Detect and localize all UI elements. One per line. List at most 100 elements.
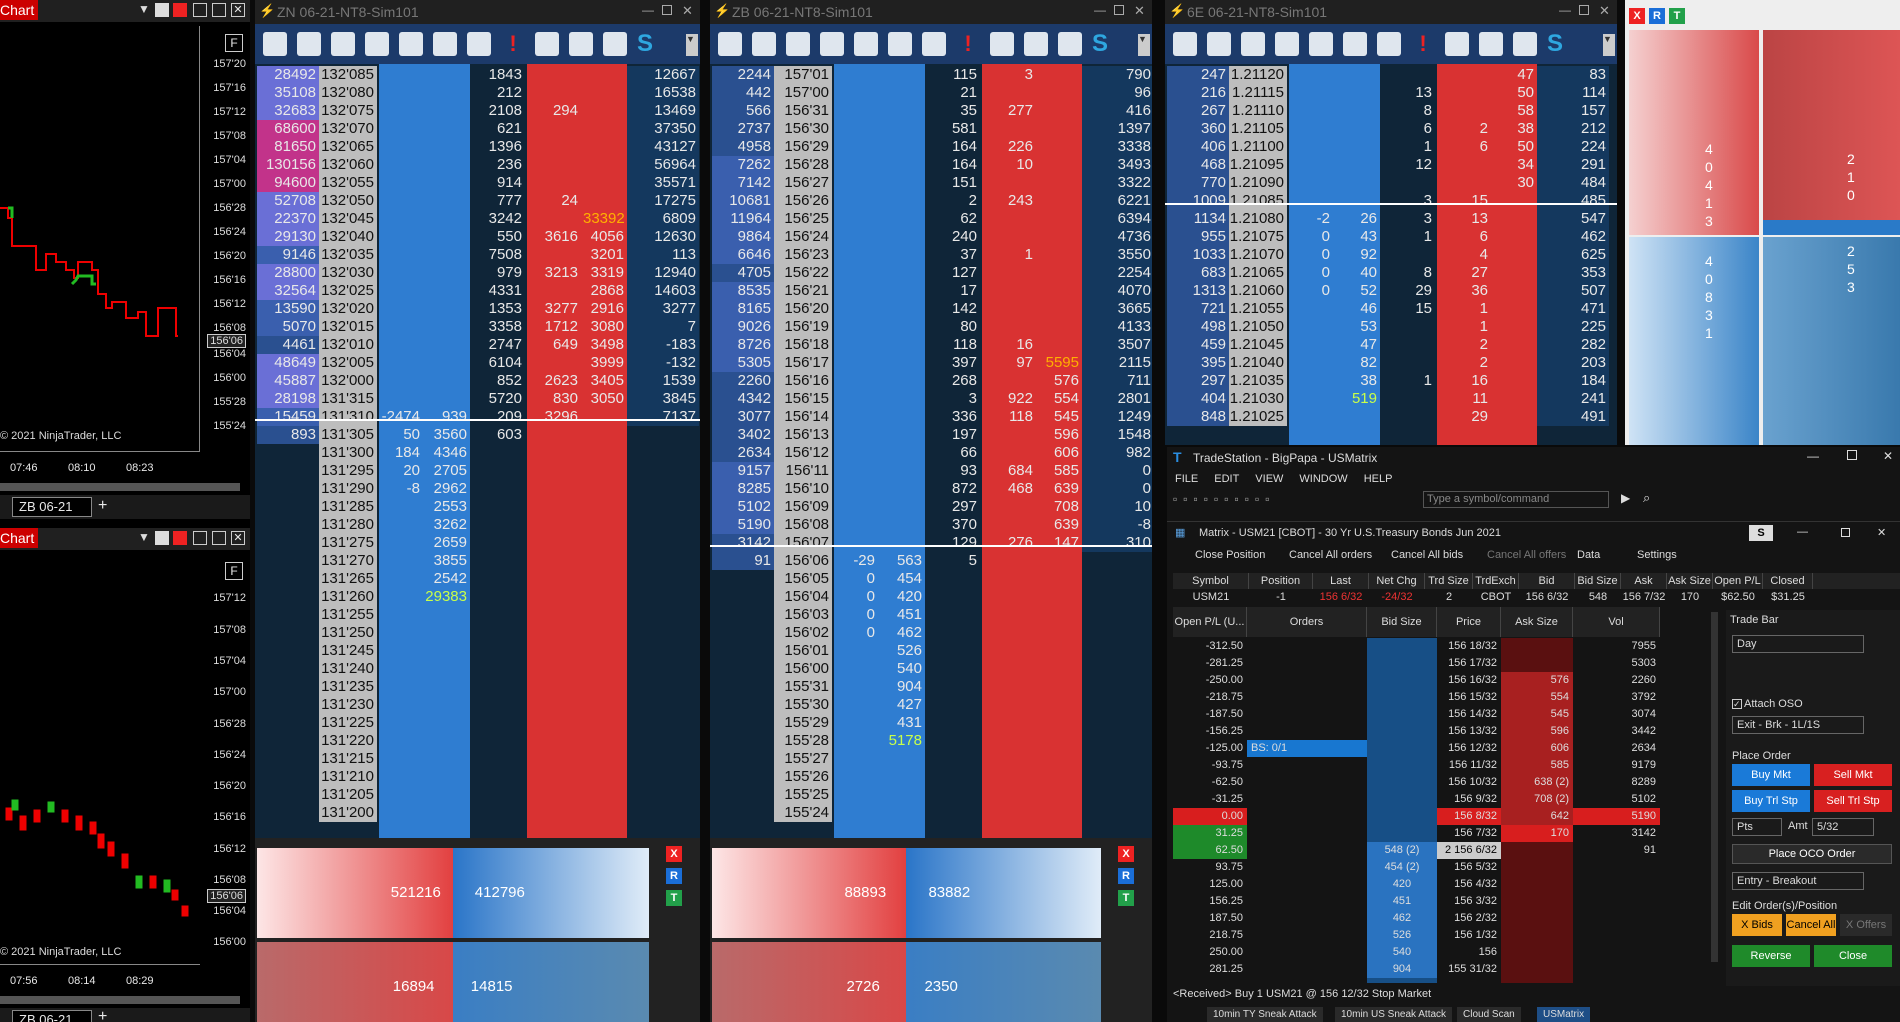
volume-cell[interactable] [527, 156, 581, 174]
volume-cell[interactable] [527, 210, 581, 228]
volume-cell[interactable] [1038, 210, 1082, 228]
ladder-row[interactable]: 32683 132'075 2108 294 13469 [255, 102, 700, 120]
price-cell[interactable]: 156'01 [774, 642, 832, 660]
grid-column-header[interactable]: Price [1437, 607, 1501, 637]
volume-cell[interactable] [1382, 66, 1435, 84]
price-ladder[interactable]: 28492 132'085 1843 12667 35108 132'080 212 1653… [255, 64, 700, 838]
price-cell[interactable]: 1.21070 [1229, 246, 1287, 264]
volume-cell[interactable] [834, 660, 878, 678]
ladder-row[interactable]: 13590 132'020 1353 3277 2916 3277 [255, 300, 700, 318]
search-icon[interactable]: ⌕ [1643, 490, 1650, 506]
sell-trail-stop-button[interactable]: Sell Trl Stp [1814, 790, 1892, 812]
ladder-row[interactable]: 91 156'06 -29 563 5 [710, 552, 1152, 570]
volume-cell[interactable]: 585 [1038, 462, 1082, 480]
price-cell[interactable]: 1.21025 [1229, 408, 1287, 426]
volume-cell[interactable] [583, 552, 627, 570]
volume-cell[interactable] [1493, 390, 1537, 408]
volume-cell[interactable]: 2254 [1082, 264, 1152, 282]
volume-cell[interactable] [257, 804, 319, 822]
price-cell[interactable]: 1.21090 [1229, 174, 1287, 192]
volume-cell[interactable] [880, 534, 925, 552]
volume-cell[interactable]: 5102 [712, 498, 774, 516]
volume-cell[interactable] [1082, 552, 1152, 570]
volume-cell[interactable] [425, 714, 470, 732]
ladder-row[interactable]: 4958 156'29 164 226 3338 [710, 138, 1152, 156]
price-cell[interactable]: 1.21115 [1229, 84, 1287, 102]
horizontal-scrollbar[interactable] [0, 996, 240, 1004]
volume-cell[interactable] [834, 408, 878, 426]
volume-cell[interactable] [982, 228, 1036, 246]
volume-cell[interactable] [425, 336, 470, 354]
volume-cell[interactable] [472, 444, 525, 462]
volume-cell[interactable] [627, 768, 699, 786]
volume-cell[interactable]: 2553 [425, 498, 470, 516]
volume-cell[interactable]: 914 [472, 174, 525, 192]
volume-cell[interactable] [257, 786, 319, 804]
price-cell[interactable]: 155'28 [774, 732, 832, 750]
volume-cell[interactable] [982, 174, 1036, 192]
volume-cell[interactable]: 491 [1537, 408, 1609, 426]
x-offers-button[interactable]: X Offers [1840, 914, 1892, 936]
minimize-icon[interactable]: — [1807, 449, 1819, 463]
volume-cell[interactable]: 16 [1437, 372, 1491, 390]
menu-file[interactable]: FILE [1175, 469, 1198, 489]
volume-cell[interactable] [712, 714, 774, 732]
volume-cell[interactable]: 8285 [712, 480, 774, 498]
matrix-cell[interactable] [1501, 961, 1573, 978]
ladder-row[interactable]: 155'24 [710, 804, 1152, 822]
volume-cell[interactable]: 243 [982, 192, 1036, 210]
volume-cell[interactable] [1437, 174, 1491, 192]
volume-cell[interactable]: 7508 [472, 246, 525, 264]
volume-cell[interactable] [379, 228, 423, 246]
volume-cell[interactable] [472, 570, 525, 588]
volume-cell[interactable] [1437, 102, 1491, 120]
ladder-row[interactable]: 156'00 540 [710, 660, 1152, 678]
matrix-cell[interactable] [1247, 706, 1367, 723]
volume-cell[interactable] [527, 606, 581, 624]
volume-cell[interactable] [1335, 192, 1380, 210]
duration-select[interactable]: Day [1732, 635, 1864, 653]
volume-cell[interactable] [583, 606, 627, 624]
volume-cell[interactable]: 22370 [257, 210, 319, 228]
volume-cell[interactable]: 37 [927, 246, 980, 264]
volume-cell[interactable] [1289, 354, 1333, 372]
volume-cell[interactable] [1289, 174, 1333, 192]
volume-cell[interactable] [1493, 210, 1537, 228]
volume-cell[interactable]: 1396 [472, 138, 525, 156]
volume-cell[interactable] [1038, 174, 1082, 192]
price-cell[interactable]: 132'055 [319, 174, 377, 192]
volume-cell[interactable]: 507 [1537, 282, 1609, 300]
volume-cell[interactable] [1082, 804, 1152, 822]
price-cell[interactable]: 132'005 [319, 354, 377, 372]
volume-cell[interactable] [425, 606, 470, 624]
volume-cell[interactable] [379, 102, 423, 120]
volume-cell[interactable] [627, 570, 699, 588]
matrix-row[interactable]: -62.50 156 10/32 638 (2) 8289 [1173, 774, 1660, 791]
matrix-cell[interactable] [1247, 655, 1367, 672]
volume-cell[interactable]: 0 [1289, 246, 1333, 264]
chart-icon[interactable] [535, 32, 559, 56]
price-cell[interactable]: 131'205 [319, 786, 377, 804]
volume-cell[interactable]: 26 [1335, 210, 1380, 228]
volume-cell[interactable]: 904 [880, 678, 925, 696]
volume-cell[interactable]: 550 [472, 228, 525, 246]
volume-cell[interactable] [1038, 156, 1082, 174]
price-cell[interactable]: 131'290 [319, 480, 377, 498]
volume-cell[interactable]: 462 [1537, 228, 1609, 246]
ladder-row[interactable]: 721 1.21055 46 15 1 471 [1165, 300, 1617, 318]
volume-cell[interactable] [834, 264, 878, 282]
price-cell[interactable]: 156'31 [774, 102, 832, 120]
volume-cell[interactable]: 294 [527, 102, 581, 120]
ladder-row[interactable]: 131'215 [255, 750, 700, 768]
volume-cell[interactable] [1289, 156, 1333, 174]
matrix-cell[interactable]: 642 [1501, 808, 1573, 825]
ladder-row[interactable]: 1134 1.21080 -2 26 3 13 547 [1165, 210, 1617, 228]
toolbar-overflow-icon[interactable]: ▼ [686, 34, 698, 56]
volume-cell[interactable] [379, 192, 423, 210]
matrix-cell[interactable] [1501, 876, 1573, 893]
volume-cell[interactable]: 547 [1537, 210, 1609, 228]
quote-column-header[interactable]: Bid Size [1575, 573, 1621, 589]
volume-cell[interactable] [472, 786, 525, 804]
price-cell[interactable]: 132'075 [319, 102, 377, 120]
ladder-row[interactable]: 770 1.21090 30 484 [1165, 174, 1617, 192]
